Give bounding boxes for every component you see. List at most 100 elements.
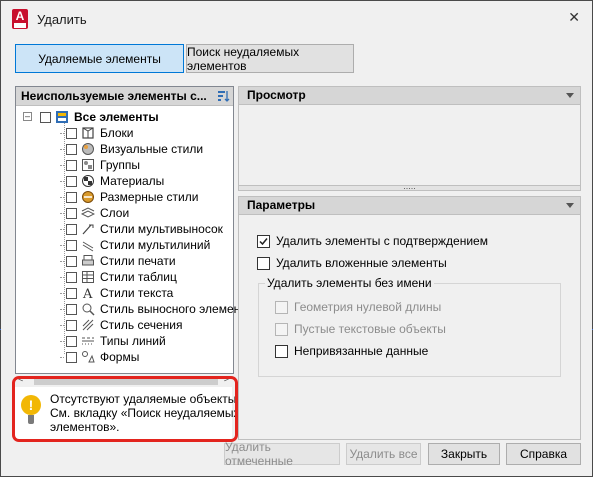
tree-item-label: Стили печати: [100, 254, 176, 268]
tree-item-label: Стиль сечения: [100, 318, 183, 332]
tree-root-checkbox[interactable]: [40, 111, 51, 123]
detail-view-style-icon: [82, 303, 95, 316]
purge-dialog: A Удалить ✕ Удаляемые элементы Поиск неу…: [0, 0, 593, 477]
tree-item-label: Группы: [100, 158, 140, 172]
tree-item-checkbox[interactable]: [66, 175, 77, 187]
tree-item[interactable]: Стили мультивыносок: [60, 221, 223, 237]
tree-item-checkbox[interactable]: [66, 319, 77, 331]
blocks-icon: [82, 127, 94, 139]
tree-item-label: Типы линий: [100, 334, 166, 348]
confirm-purge-label: Удалить элементы с подтверждением: [276, 234, 488, 248]
background-edge-line: [0, 329, 1, 330]
tree-item-label: Размерные стили: [100, 190, 199, 204]
tree-item[interactable]: Типы линий: [60, 333, 166, 349]
tree-item-label: Формы: [100, 350, 140, 364]
tree-item-checkbox[interactable]: [66, 191, 77, 203]
title-bar: A Удалить ✕: [1, 1, 592, 37]
purge-nested-option[interactable]: Удалить вложенные элементы: [257, 256, 447, 270]
close-button[interactable]: Закрыть: [428, 443, 500, 465]
tree-item-label: Визуальные стили: [100, 142, 204, 156]
confirm-purge-option[interactable]: Удалить элементы с подтверждением: [257, 234, 488, 248]
checkmark-icon: [259, 237, 268, 245]
tree-connector: [60, 196, 64, 198]
zero-length-geometry-checkbox[interactable]: [275, 300, 288, 314]
confirm-purge-checkbox[interactable]: [257, 234, 270, 248]
tree-connector: [60, 356, 64, 358]
table-styles-icon: [82, 271, 94, 283]
tab-purgeable-items[interactable]: Удаляемые элементы: [15, 44, 184, 73]
tree-connector: [60, 180, 64, 182]
unnamed-items-group-label: Удалить элементы без имени: [265, 276, 434, 290]
zero-length-geometry-option[interactable]: Геометрия нулевой длины: [275, 300, 441, 314]
tree-item[interactable]: Группы: [60, 157, 140, 173]
sort-icon[interactable]: [217, 89, 231, 103]
tree-root-label: Все элементы: [74, 110, 159, 124]
tree-item[interactable]: Стиль сечения: [60, 317, 182, 333]
empty-text-objects-label: Пустые текстовые объекты: [294, 322, 446, 336]
tree-item-checkbox[interactable]: [66, 127, 77, 139]
panel-splitter[interactable]: .....: [238, 182, 581, 191]
orphaned-data-label: Непривязанные данные: [294, 344, 429, 358]
tree-item[interactable]: Визуальные стили: [60, 141, 203, 157]
tree-item-checkbox[interactable]: [66, 159, 77, 171]
tree-item-checkbox[interactable]: [66, 335, 77, 347]
empty-text-objects-option[interactable]: Пустые текстовые объекты: [275, 322, 446, 336]
tree-connector: [60, 132, 64, 134]
empty-text-objects-checkbox[interactable]: [275, 322, 288, 336]
preview-area: [238, 105, 581, 185]
tree-item-checkbox[interactable]: [66, 255, 77, 267]
mline-styles-icon: [82, 241, 94, 252]
tree-item[interactable]: Стили печати: [60, 253, 176, 269]
tree-root-all-items[interactable]: Все элементы: [40, 109, 159, 125]
tree-item[interactable]: Слои: [60, 205, 129, 221]
tree-item[interactable]: Стиль выносного элемента: [60, 301, 252, 317]
tree-item[interactable]: A Стили текста: [60, 285, 173, 301]
tree-connector: [60, 148, 64, 150]
tree-item-checkbox[interactable]: [66, 271, 77, 283]
purge-all-button[interactable]: Удалить все: [346, 443, 421, 465]
tree-item-checkbox[interactable]: [66, 239, 77, 251]
dimension-styles-icon: [82, 191, 94, 203]
items-tree: Все элементы Блоки Визуальные стили Группы…: [16, 107, 252, 373]
tree-item[interactable]: Блоки: [60, 125, 134, 141]
purge-checked-button[interactable]: Удалить отмеченные: [224, 440, 340, 468]
tree-item[interactable]: Стили мультилиний: [60, 237, 210, 253]
tree-item-label: Слои: [100, 206, 130, 220]
tree-item-checkbox[interactable]: [66, 207, 77, 219]
tree-item[interactable]: Размерные стили: [60, 189, 198, 205]
tree-item-label: Стили таблиц: [100, 270, 177, 284]
text-styles-icon: A: [82, 287, 93, 300]
tree-connector: [60, 324, 64, 326]
chevron-down-icon[interactable]: [566, 93, 574, 98]
tree-item-label: Стили мультивыносок: [100, 222, 223, 236]
params-header-label: Параметры: [247, 198, 316, 212]
orphaned-data-checkbox[interactable]: [275, 344, 288, 358]
materials-icon: [82, 175, 94, 187]
tree-item-checkbox[interactable]: [66, 143, 77, 155]
tree-item-checkbox[interactable]: [66, 351, 77, 363]
tree-item-checkbox[interactable]: [66, 223, 77, 235]
unused-items-header[interactable]: Неиспользуемые элементы с...: [16, 87, 233, 106]
tree-item[interactable]: Материалы: [60, 173, 164, 189]
tree-connector: [60, 164, 64, 166]
tree-item-label: Стиль выносного элемента: [100, 302, 253, 316]
orphaned-data-option[interactable]: Непривязанные данные: [275, 344, 428, 358]
section-view-style-icon: [82, 319, 94, 331]
tree-item-label: Материалы: [100, 174, 165, 188]
close-icon[interactable]: ✕: [568, 9, 580, 26]
tree-connector: [60, 340, 64, 342]
tree-connector: [60, 228, 64, 230]
tab-find-non-purgeable[interactable]: Поиск неудаляемых элементов: [186, 44, 354, 73]
purge-nested-checkbox[interactable]: [257, 256, 270, 270]
preview-header[interactable]: Просмотр: [238, 86, 581, 105]
chevron-down-icon[interactable]: [566, 203, 574, 208]
tree-item-label: Стили текста: [100, 286, 174, 300]
tree-item[interactable]: Формы: [60, 349, 139, 365]
tree-item-checkbox[interactable]: [66, 287, 77, 299]
tree-connector: [60, 260, 64, 262]
params-header[interactable]: Параметры: [238, 196, 581, 215]
tree-item-checkbox[interactable]: [66, 303, 77, 315]
layers-icon: [81, 207, 95, 218]
tree-item[interactable]: Стили таблиц: [60, 269, 177, 285]
help-button[interactable]: Справка: [506, 443, 581, 465]
